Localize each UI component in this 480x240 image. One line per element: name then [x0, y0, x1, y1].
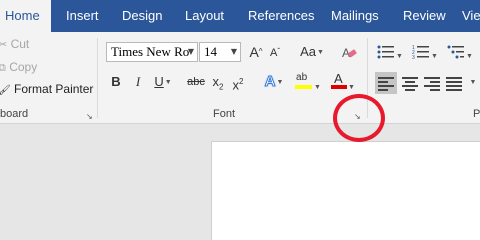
grow-font-icon: A: [249, 44, 259, 60]
annotation-circle: [333, 94, 385, 142]
bullets-icon: [377, 45, 395, 59]
clear-formatting-button[interactable]: A: [338, 41, 360, 63]
align-left-line: [378, 77, 394, 79]
align-right-line: [424, 85, 440, 87]
chevron-down-icon: ▼: [348, 83, 355, 91]
chevron-down-icon: ▼: [314, 83, 321, 91]
clipboard-dialog-launcher-icon[interactable]: ↘: [86, 112, 95, 121]
subscript-button[interactable]: x2: [210, 71, 226, 93]
align-left-button[interactable]: [375, 72, 397, 94]
align-right-line: [430, 89, 440, 91]
highlight-color-bar: [295, 85, 313, 89]
align-right-line: [424, 77, 440, 79]
align-center-button[interactable]: [399, 72, 421, 94]
justify-line: [446, 81, 462, 83]
tab-layout[interactable]: Layout: [185, 0, 224, 32]
ribbon-tab-bar: Home Insert Design Layout References Mai…: [0, 0, 480, 32]
font-size-combo[interactable]: 14 ▼: [199, 42, 241, 62]
font-color-button[interactable]: A ▼: [328, 71, 358, 93]
underline-button[interactable]: U▼: [150, 71, 176, 93]
change-case-icon: Aa: [300, 44, 316, 59]
copy-button[interactable]: ⧉ Copy: [0, 60, 37, 75]
bold-icon: B: [111, 74, 121, 89]
justify-button[interactable]: [443, 72, 465, 94]
align-right-line: [430, 81, 440, 83]
justify-line: [446, 77, 462, 79]
align-left-line: [378, 89, 388, 91]
chevron-down-icon: ▼: [431, 52, 438, 60]
justify-line: [446, 89, 462, 91]
multilevel-list-icon: [447, 45, 465, 59]
align-center-line: [402, 85, 418, 87]
clipboard-group-label: board: [0, 108, 29, 120]
paragraph-group-label: P: [473, 108, 480, 120]
shrink-font-button[interactable]: Aˇ: [266, 41, 284, 63]
group-separator: [97, 38, 98, 118]
multilevel-list-button[interactable]: ▼: [445, 41, 475, 63]
clear-formatting-icon: A: [342, 46, 357, 60]
bullets-button[interactable]: ▼: [375, 41, 405, 63]
font-color-bar: [331, 85, 348, 89]
text-highlight-button[interactable]: ab ▼: [293, 71, 323, 93]
ribbon: ✂ Cut ⧉ Copy 🖌 Format Painter board ↘ Ti…: [0, 32, 480, 124]
highlighter-icon: ab: [295, 71, 313, 91]
chevron-down-icon: ▼: [316, 48, 324, 56]
tab-review[interactable]: Review: [403, 0, 446, 32]
tab-references[interactable]: References: [248, 0, 314, 32]
bold-button[interactable]: B: [108, 71, 124, 93]
document-page[interactable]: [211, 141, 480, 240]
text-effects-icon: A: [264, 73, 276, 91]
copy-label: Copy: [9, 60, 38, 74]
numbering-icon: 1 2 3: [412, 45, 430, 61]
grow-font-button[interactable]: A^: [247, 41, 265, 63]
chevron-down-icon: ▼: [276, 78, 284, 86]
numbering-button[interactable]: 1 2 3 ▼: [410, 41, 440, 63]
text-effects-button[interactable]: A▼: [260, 71, 288, 93]
align-left-line: [378, 81, 388, 83]
chevron-down-icon: ▼: [469, 78, 477, 86]
chevron-down-icon: ▼: [164, 78, 172, 86]
chevron-down-icon: ▼: [396, 52, 403, 60]
line-spacing-button[interactable]: ▼: [465, 71, 480, 93]
change-case-button[interactable]: Aa▼: [296, 41, 328, 63]
tab-insert[interactable]: Insert: [66, 0, 99, 32]
format-painter-icon: 🖌: [0, 85, 11, 96]
format-painter-button[interactable]: 🖌 Format Painter: [0, 82, 93, 96]
cut-button[interactable]: ✂ Cut: [0, 37, 29, 51]
tab-design[interactable]: Design: [122, 0, 162, 32]
font-name-value: Times New Ro: [111, 44, 190, 59]
superscript-button[interactable]: x2: [230, 71, 246, 93]
chevron-down-icon: ▼: [466, 52, 473, 60]
align-center-line: [405, 89, 415, 91]
tab-mailings[interactable]: Mailings: [331, 0, 379, 32]
format-painter-label: Format Painter: [14, 82, 94, 96]
strikethrough-button[interactable]: abc: [185, 71, 207, 93]
font-size-value: 14: [204, 44, 217, 59]
font-name-combo[interactable]: Times New Ro ▼: [106, 42, 198, 62]
copy-icon: ⧉: [0, 62, 6, 74]
superscript-digit: 2: [239, 77, 244, 86]
scissors-icon: ✂: [0, 39, 8, 51]
align-right-button[interactable]: [421, 72, 443, 94]
font-group-label: Font: [213, 108, 236, 120]
strikethrough-icon: abc: [187, 76, 205, 88]
italic-button[interactable]: I: [130, 71, 146, 93]
justify-line: [446, 85, 462, 87]
subscript-digit: 2: [219, 82, 224, 92]
font-color-icon: A: [331, 71, 348, 91]
align-left-line: [378, 85, 394, 87]
cut-label: Cut: [10, 37, 30, 51]
align-center-line: [405, 81, 415, 83]
tab-home[interactable]: Home: [0, 0, 51, 32]
underline-icon: U: [154, 74, 164, 89]
align-center-line: [402, 77, 418, 79]
chevron-down-icon[interactable]: ▼: [231, 43, 237, 61]
svg-text:3: 3: [412, 55, 415, 60]
tab-view[interactable]: Vie: [462, 0, 480, 32]
italic-icon: I: [135, 74, 141, 89]
chevron-down-icon[interactable]: ▼: [188, 43, 194, 61]
